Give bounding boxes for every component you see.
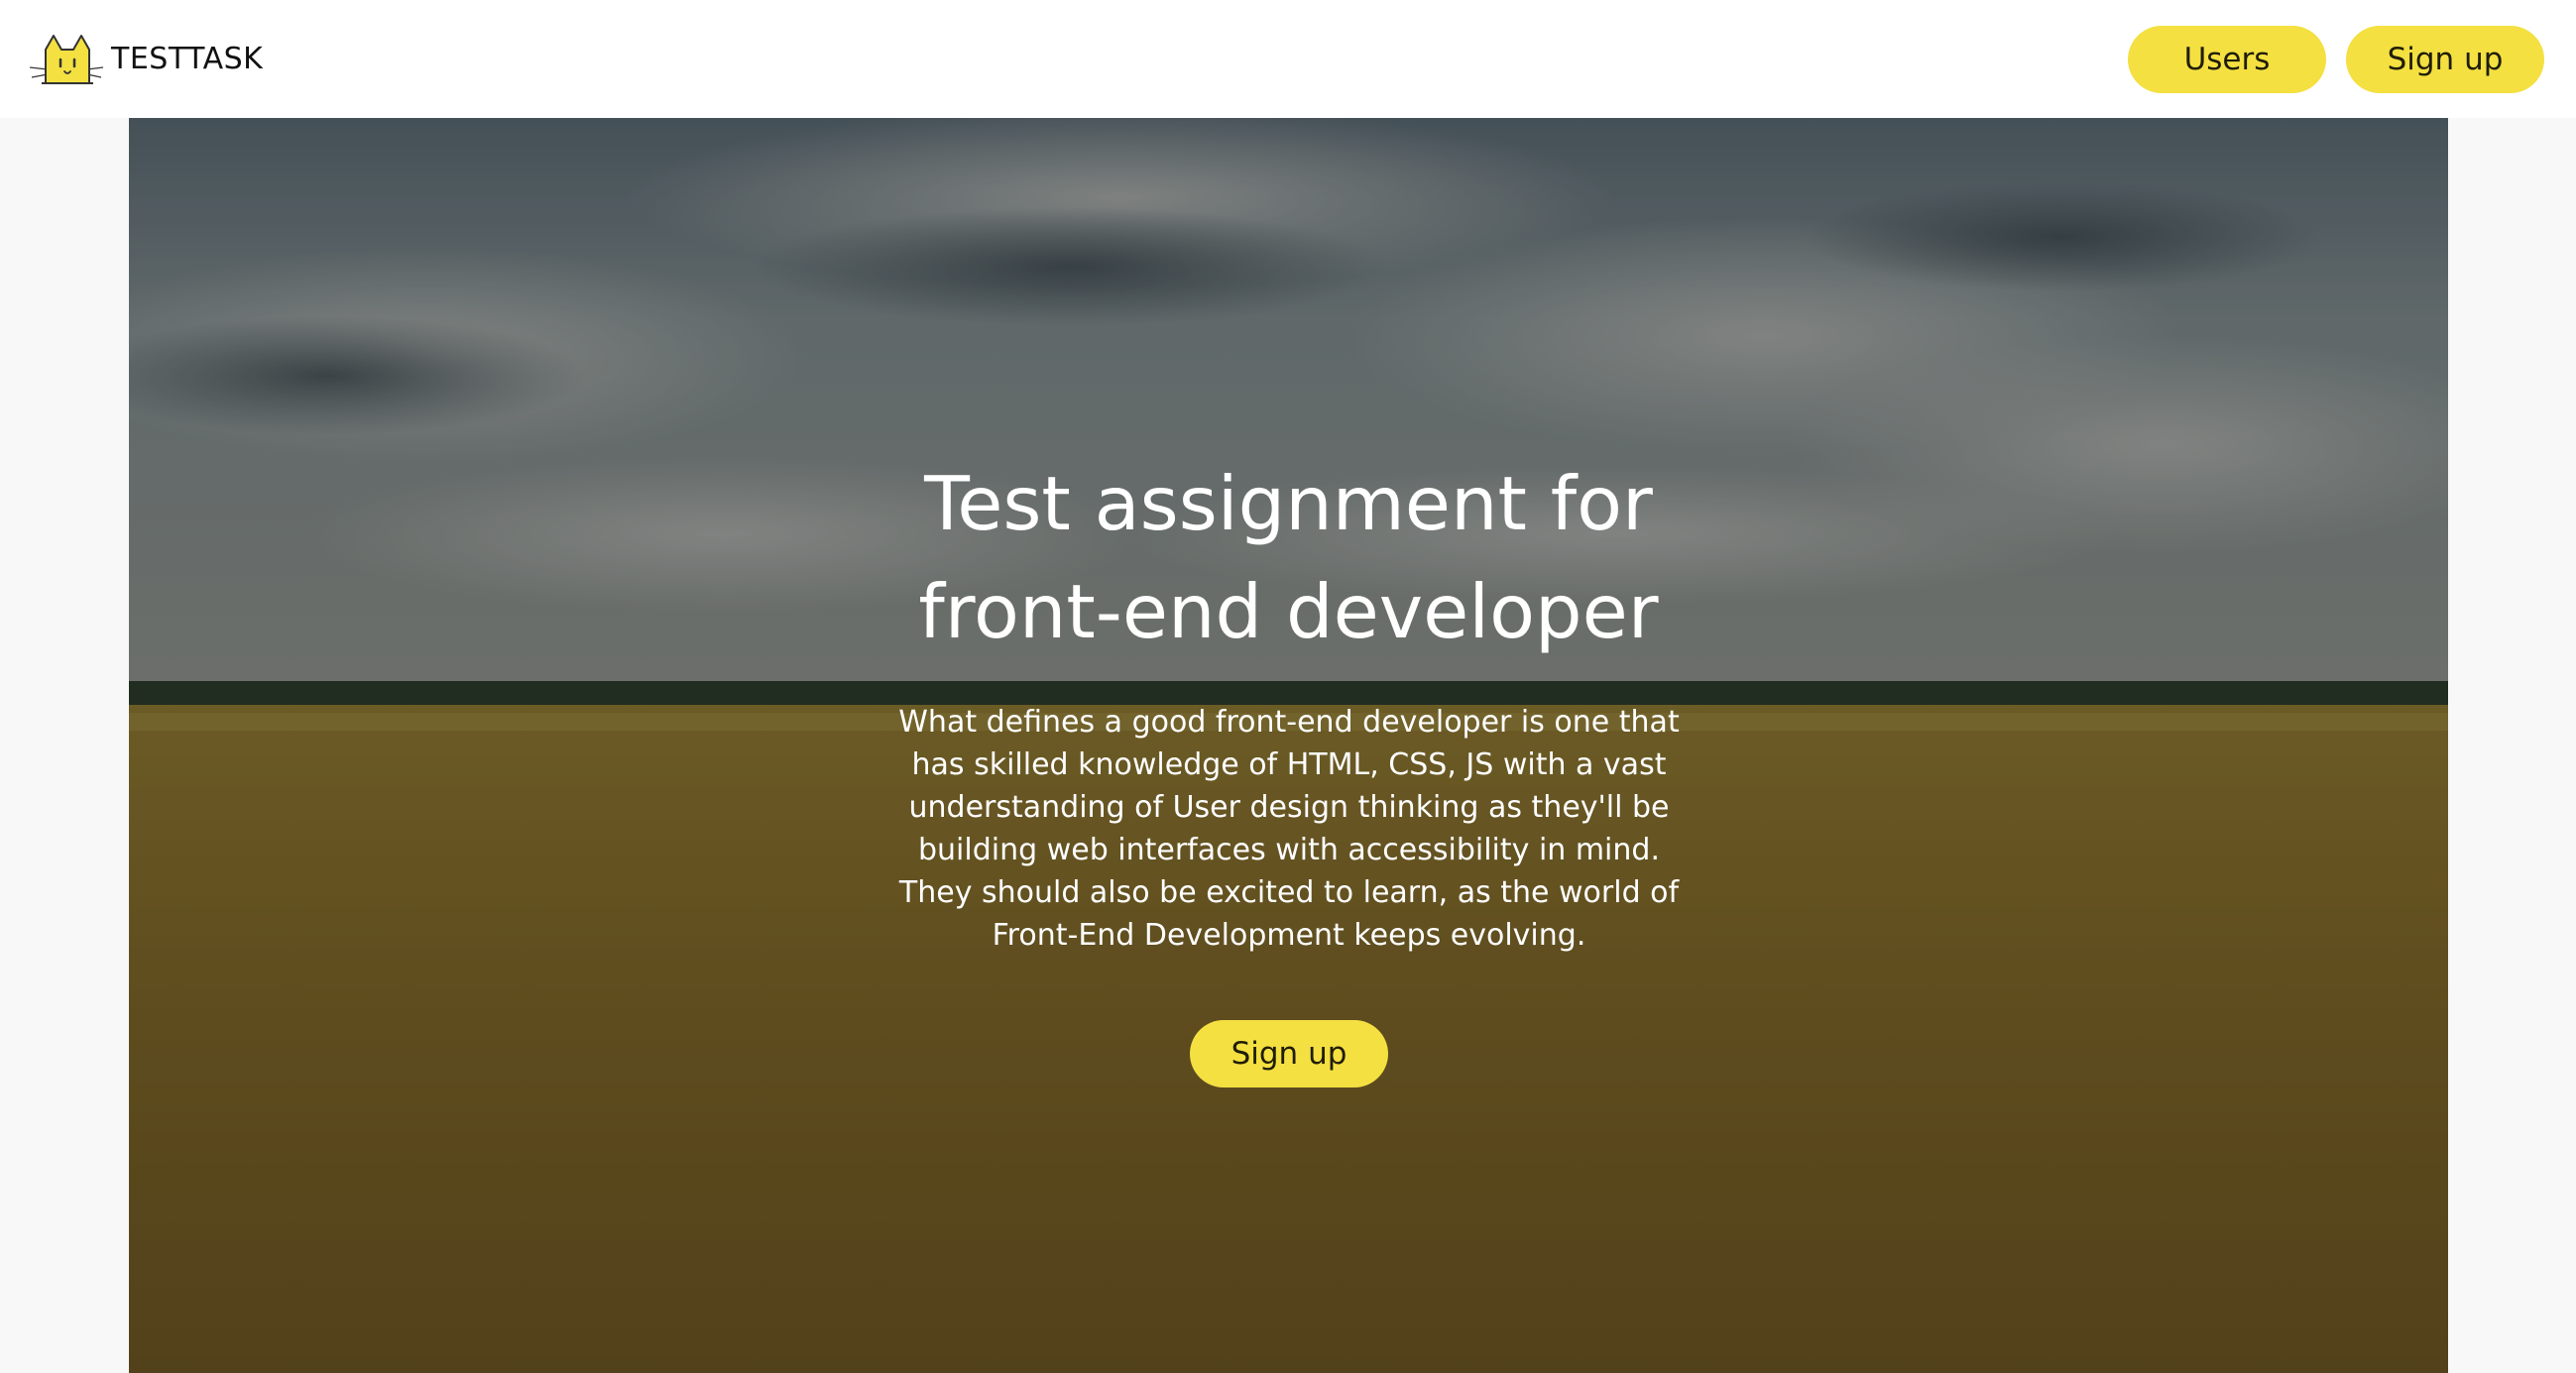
hero-section: Test assignment for front-end developer … (129, 118, 2448, 1373)
hero-description-line: They should also be excited to learn, as… (898, 875, 1680, 910)
main-nav: Users Sign up (2128, 25, 2544, 93)
hero-title-line: Test assignment for (924, 460, 1653, 547)
header-signup-button[interactable]: Sign up (2346, 25, 2544, 93)
hero-title-line: front-end developer (918, 568, 1659, 655)
hero-signup-button[interactable]: Sign up (1190, 1020, 1388, 1087)
hero-description-line: What defines a good front-end developer … (898, 705, 1680, 740)
cat-logo-icon (30, 34, 104, 84)
users-button[interactable]: Users (2128, 25, 2326, 93)
hero-title: Test assignment for front-end developer (129, 450, 2448, 666)
hero-description-line: understanding of User design thinking as… (908, 790, 1670, 825)
logo[interactable]: TESTTASK (30, 32, 263, 87)
hero-description-line: building web interfaces with accessibili… (918, 833, 1660, 867)
site-header: TESTTASK Users Sign up (0, 0, 2576, 118)
hero-content: Test assignment for front-end developer … (129, 118, 2448, 1373)
hero-description: What defines a good front-end developer … (892, 701, 1686, 957)
logo-text: TESTTASK (111, 42, 264, 76)
hero-description-line: Front-End Development keeps evolving. (992, 918, 1586, 953)
hero-description-line: has skilled knowledge of HTML, CSS, JS w… (911, 747, 1667, 782)
